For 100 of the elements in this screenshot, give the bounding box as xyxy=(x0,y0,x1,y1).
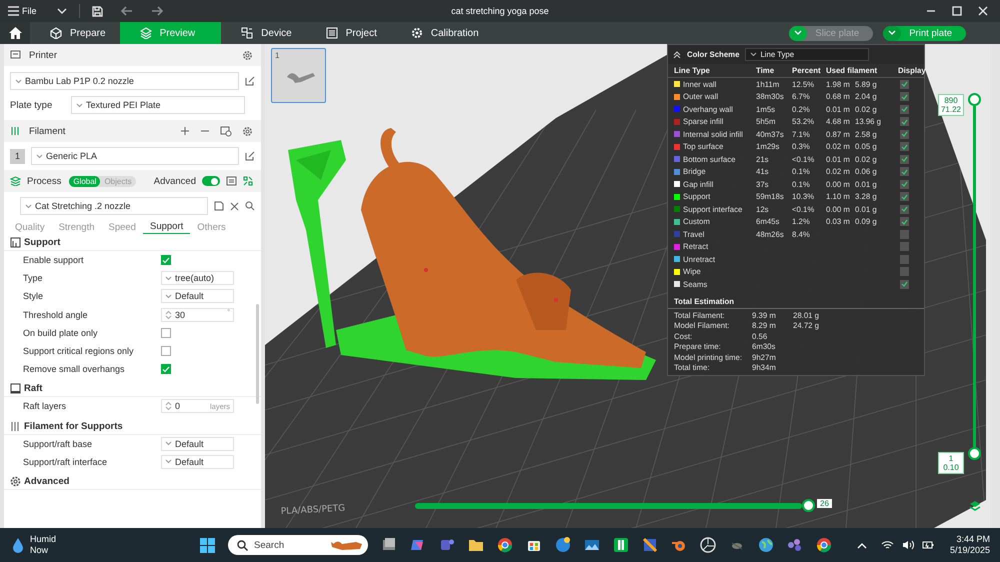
display-checkbox[interactable] xyxy=(900,92,909,102)
display-checkbox[interactable] xyxy=(900,192,909,202)
slider-handle[interactable] xyxy=(968,93,981,106)
checkbox[interactable] xyxy=(161,255,171,266)
settings-tab[interactable]: Support xyxy=(142,221,190,234)
select-field[interactable]: Default xyxy=(161,436,234,451)
move-value: 26 xyxy=(817,499,832,508)
browser-icon[interactable] xyxy=(497,537,513,553)
window-icon[interactable] xyxy=(381,537,397,553)
settings-icon[interactable] xyxy=(242,50,253,60)
home-icon xyxy=(8,27,22,39)
select-field[interactable]: Default xyxy=(161,454,234,469)
edit-icon[interactable] xyxy=(245,76,255,86)
file-menu[interactable]: File xyxy=(8,6,37,16)
layer-height: 71.22 xyxy=(940,105,962,114)
layer-slider[interactable] xyxy=(968,95,981,460)
home-button[interactable] xyxy=(0,22,30,44)
setting-label: Support/raft base xyxy=(23,438,94,449)
nav-tab[interactable]: Calibration xyxy=(390,22,493,44)
maximize-icon[interactable] xyxy=(952,6,962,16)
display-checkbox[interactable] xyxy=(900,180,909,189)
display-checkbox[interactable] xyxy=(900,230,909,239)
chevron-down-icon xyxy=(165,294,172,299)
windows-icon[interactable] xyxy=(200,538,215,552)
chevron-down-icon[interactable] xyxy=(56,7,67,15)
list-icon[interactable] xyxy=(226,176,237,186)
check-icon xyxy=(162,256,170,264)
app-icon[interactable] xyxy=(613,537,629,553)
collapse-icon[interactable] xyxy=(673,51,681,58)
layers-icon[interactable] xyxy=(969,500,981,512)
nav-tab[interactable]: Device xyxy=(221,22,306,44)
browser-icon[interactable] xyxy=(816,537,832,553)
settings-icon[interactable] xyxy=(242,126,253,136)
display-checkbox[interactable] xyxy=(900,280,909,289)
chevron-down-icon xyxy=(36,154,43,158)
battery-icon[interactable] xyxy=(922,540,934,550)
setting-label: Threshold angle xyxy=(23,310,89,320)
setting-label: On build plate only xyxy=(23,328,99,338)
volume-icon[interactable] xyxy=(902,540,914,550)
chevron-up-icon[interactable] xyxy=(856,542,867,548)
filament-icon xyxy=(10,126,21,136)
display-checkbox[interactable] xyxy=(900,117,909,126)
undo-icon[interactable] xyxy=(120,6,133,16)
select-field[interactable]: tree(auto) xyxy=(161,271,234,286)
aperture-icon[interactable] xyxy=(700,537,716,553)
check-icon xyxy=(162,366,170,373)
display-checkbox[interactable] xyxy=(900,167,909,176)
search-field[interactable]: Search xyxy=(228,535,368,555)
plate-number: 1 xyxy=(275,51,280,60)
plate-type-select[interactable]: Textured PEI Plate xyxy=(71,96,245,114)
display-checkbox[interactable] xyxy=(900,154,909,164)
section-title: Support xyxy=(24,237,60,248)
clock-time[interactable]: 3:44 PM xyxy=(956,534,990,545)
move-slider[interactable] xyxy=(415,499,815,512)
process-preset-select[interactable]: Cat Stretching .2 nozzle xyxy=(20,197,208,215)
checkbox[interactable] xyxy=(161,364,171,374)
process-icon xyxy=(10,176,21,186)
setting-label: Type xyxy=(23,273,44,284)
setting-label: Enable support xyxy=(23,255,85,266)
plate-thumbnail[interactable]: 1 xyxy=(271,48,326,103)
image-icon[interactable] xyxy=(584,537,600,553)
nav-tab[interactable]: Project xyxy=(306,22,391,44)
edit-icon[interactable] xyxy=(245,151,255,161)
display-checkbox[interactable] xyxy=(900,242,909,252)
display-checkbox[interactable] xyxy=(900,254,909,264)
filament-select[interactable]: Generic PLA xyxy=(31,147,239,165)
display-checkbox[interactable] xyxy=(900,80,909,89)
advanced-toggle[interactable] xyxy=(202,176,220,186)
display-checkbox[interactable] xyxy=(900,204,909,214)
check-icon xyxy=(901,281,908,288)
search-icon[interactable] xyxy=(245,201,255,211)
section-title: Printer xyxy=(29,50,57,60)
clock-date[interactable]: 5/19/2025 xyxy=(950,545,990,556)
plate-label: PLA/ABS/PETG xyxy=(280,504,346,517)
display-checkbox[interactable] xyxy=(900,142,909,152)
close-icon[interactable] xyxy=(230,202,239,210)
select-field[interactable]: Default xyxy=(161,289,234,304)
checkbox[interactable] xyxy=(161,328,171,338)
folder-icon[interactable] xyxy=(468,537,484,553)
gear-icon xyxy=(410,27,423,39)
app-icon[interactable] xyxy=(642,537,658,553)
display-checkbox[interactable] xyxy=(900,267,909,276)
chevron-down-icon xyxy=(15,78,22,84)
add-icon[interactable] xyxy=(180,126,190,136)
list-icon xyxy=(326,27,338,39)
raft-icon xyxy=(10,383,21,394)
raindrop-icon[interactable] xyxy=(12,537,24,553)
filament-icon xyxy=(10,420,21,432)
wifi-icon[interactable] xyxy=(880,540,894,550)
display-checkbox[interactable] xyxy=(900,217,909,226)
dots-icon[interactable] xyxy=(787,537,803,553)
printer-select[interactable]: Bambu Lab P1P 0.2 nozzle xyxy=(10,72,239,90)
nav-tab[interactable]: Prepare xyxy=(30,22,120,44)
checkbox[interactable] xyxy=(161,346,171,356)
setting-label: Style xyxy=(23,291,44,302)
display-checkbox[interactable] xyxy=(900,130,909,139)
display-checkbox[interactable] xyxy=(900,104,909,114)
scrollbar[interactable] xyxy=(256,304,259,404)
redo-icon[interactable] xyxy=(150,6,163,16)
save-icon[interactable] xyxy=(214,201,224,211)
